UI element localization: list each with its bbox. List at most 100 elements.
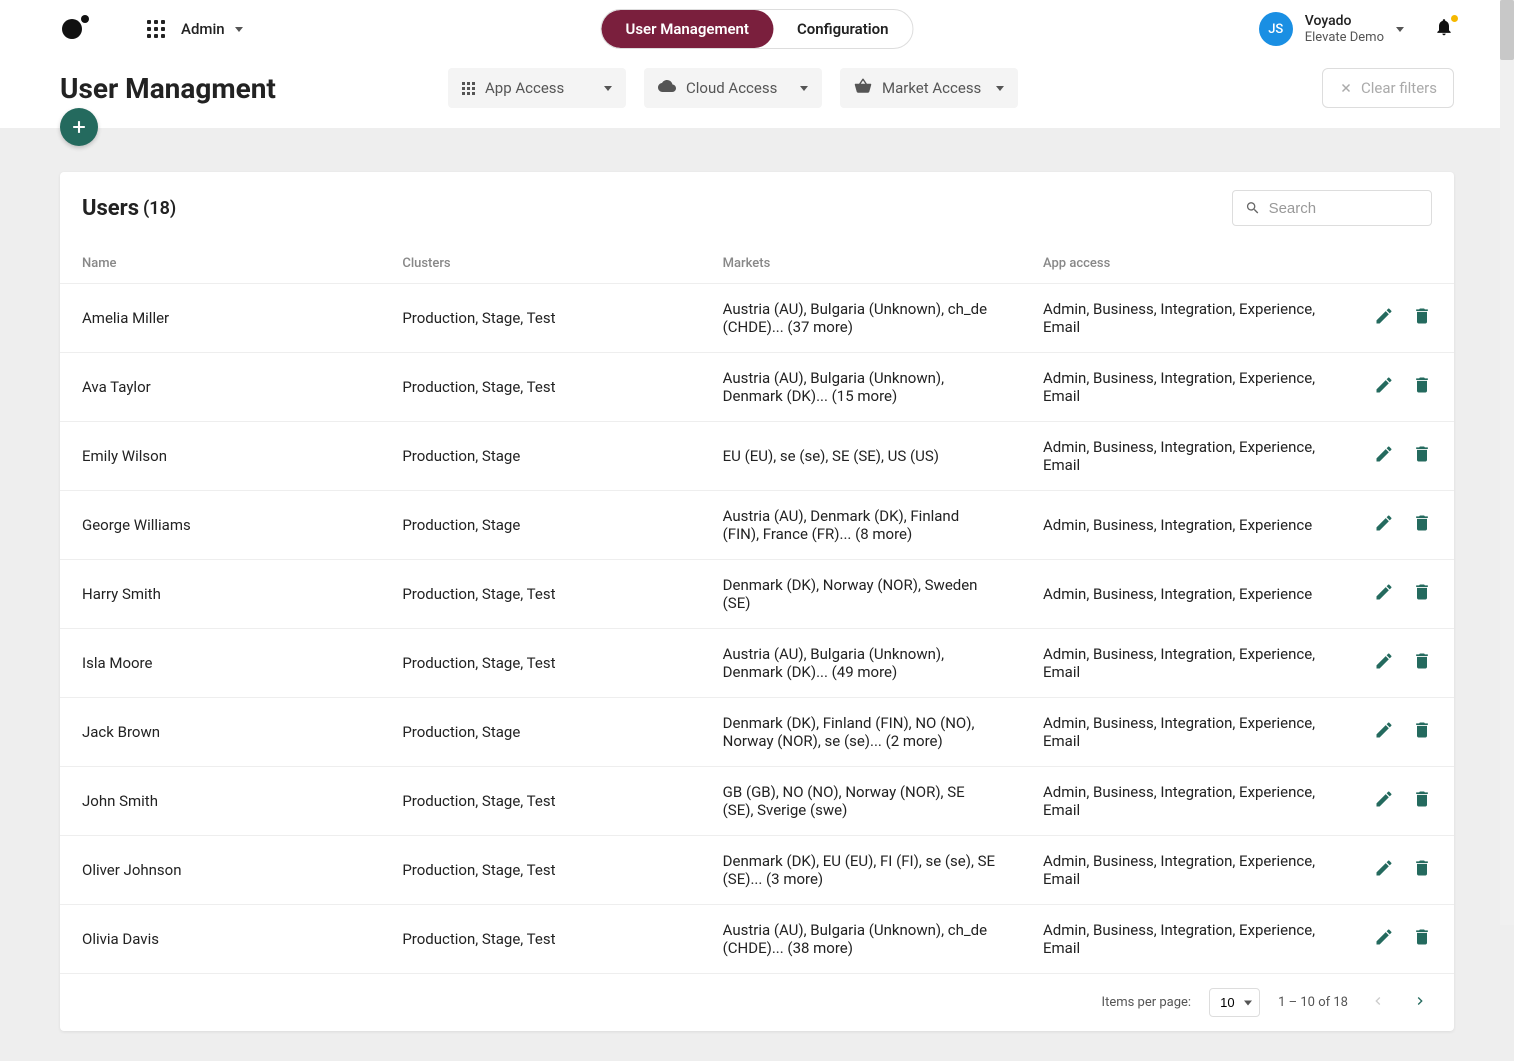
apps-icon bbox=[462, 82, 475, 95]
notification-dot bbox=[1451, 15, 1458, 22]
table-row: George Williams Production, Stage Austri… bbox=[60, 491, 1454, 560]
scrollbar-thumb[interactable] bbox=[1500, 0, 1514, 60]
delete-button[interactable] bbox=[1412, 651, 1432, 675]
cell-access: Admin, Business, Integration, Experience… bbox=[1021, 836, 1341, 905]
cell-clusters: Production, Stage, Test bbox=[380, 284, 700, 353]
table-row: Oliver Johnson Production, Stage, Test D… bbox=[60, 836, 1454, 905]
delete-button[interactable] bbox=[1412, 789, 1432, 813]
edit-button[interactable] bbox=[1374, 651, 1394, 675]
search-input[interactable] bbox=[1269, 200, 1419, 217]
edit-button[interactable] bbox=[1374, 444, 1394, 468]
next-page-button[interactable] bbox=[1408, 989, 1432, 1017]
cell-access: Admin, Business, Integration, Experience… bbox=[1021, 629, 1341, 698]
trash-icon bbox=[1412, 789, 1432, 809]
edit-button[interactable] bbox=[1374, 927, 1394, 951]
cell-markets: Denmark (DK), Finland (FIN), NO (NO), No… bbox=[701, 698, 1021, 767]
user-name: Voyado bbox=[1305, 13, 1384, 30]
delete-button[interactable] bbox=[1412, 720, 1432, 744]
admin-label: Admin bbox=[181, 20, 225, 38]
edit-button[interactable] bbox=[1374, 375, 1394, 399]
filter-label: Market Access bbox=[882, 79, 981, 97]
caret-down-icon bbox=[604, 86, 612, 91]
user-menu[interactable]: JS Voyado Elevate Demo bbox=[1259, 12, 1404, 46]
tab-user-management[interactable]: User Management bbox=[601, 10, 773, 48]
search-box[interactable] bbox=[1232, 190, 1432, 226]
pencil-icon bbox=[1374, 513, 1394, 533]
cell-name: Jack Brown bbox=[60, 698, 380, 767]
cell-name: George Williams bbox=[60, 491, 380, 560]
main-tabs: User Management Configuration bbox=[600, 9, 913, 49]
main-content: Users (18) Name Clusters Markets App acc… bbox=[0, 128, 1514, 1061]
cell-markets: GB (GB), NO (NO), Norway (NOR), SE (SE),… bbox=[701, 767, 1021, 836]
cell-clusters: Production, Stage, Test bbox=[380, 353, 700, 422]
card-header: Users (18) bbox=[60, 172, 1454, 244]
edit-button[interactable] bbox=[1374, 306, 1394, 330]
add-user-button[interactable] bbox=[60, 108, 98, 146]
trash-icon bbox=[1412, 720, 1432, 740]
pencil-icon bbox=[1374, 789, 1394, 809]
cell-access: Admin, Business, Integration, Experience… bbox=[1021, 698, 1341, 767]
delete-button[interactable] bbox=[1412, 513, 1432, 537]
table-row: Harry Smith Production, Stage, Test Denm… bbox=[60, 560, 1454, 629]
notifications-button[interactable] bbox=[1434, 17, 1454, 42]
tab-configuration[interactable]: Configuration bbox=[773, 10, 913, 48]
apps-icon[interactable] bbox=[147, 20, 165, 38]
col-clusters: Clusters bbox=[380, 244, 700, 284]
edit-button[interactable] bbox=[1374, 513, 1394, 537]
cell-access: Admin, Business, Integration, Experience… bbox=[1021, 422, 1341, 491]
edit-button[interactable] bbox=[1374, 720, 1394, 744]
cloud-icon bbox=[658, 79, 676, 97]
cell-markets: Austria (AU), Bulgaria (Unknown), ch_de … bbox=[701, 284, 1021, 353]
delete-button[interactable] bbox=[1412, 582, 1432, 606]
delete-button[interactable] bbox=[1412, 858, 1432, 882]
scrollbar[interactable] bbox=[1500, 0, 1514, 925]
items-per-page-select[interactable]: 10 bbox=[1209, 988, 1260, 1017]
cell-markets: Austria (AU), Denmark (DK), Finland (FIN… bbox=[701, 491, 1021, 560]
delete-button[interactable] bbox=[1412, 375, 1432, 399]
cell-access: Admin, Business, Integration, Experience… bbox=[1021, 353, 1341, 422]
cell-access: Admin, Business, Integration, Experience… bbox=[1021, 284, 1341, 353]
clear-filters-button[interactable]: Clear filters bbox=[1322, 68, 1454, 108]
close-icon bbox=[1339, 81, 1353, 95]
delete-button[interactable] bbox=[1412, 444, 1432, 468]
trash-icon bbox=[1412, 582, 1432, 602]
cell-clusters: Production, Stage, Test bbox=[380, 905, 700, 974]
filter-cloud-access[interactable]: Cloud Access bbox=[644, 68, 822, 108]
cell-name: Emily Wilson bbox=[60, 422, 380, 491]
filter-label: Cloud Access bbox=[686, 79, 777, 97]
cell-markets: EU (EU), se (se), SE (SE), US (US) bbox=[701, 422, 1021, 491]
cell-name: Amelia Miller bbox=[60, 284, 380, 353]
avatar: JS bbox=[1259, 12, 1293, 46]
table-row: Emily Wilson Production, Stage EU (EU), … bbox=[60, 422, 1454, 491]
cell-markets: Austria (AU), Bulgaria (Unknown), Denmar… bbox=[701, 353, 1021, 422]
cell-access: Admin, Business, Integration, Experience bbox=[1021, 491, 1341, 560]
cell-markets: Denmark (DK), EU (EU), FI (FI), se (se),… bbox=[701, 836, 1021, 905]
cell-markets: Austria (AU), Bulgaria (Unknown), ch_de … bbox=[701, 905, 1021, 974]
delete-button[interactable] bbox=[1412, 927, 1432, 951]
delete-button[interactable] bbox=[1412, 306, 1432, 330]
edit-button[interactable] bbox=[1374, 858, 1394, 882]
table-row: John Smith Production, Stage, Test GB (G… bbox=[60, 767, 1454, 836]
pencil-icon bbox=[1374, 651, 1394, 671]
cell-clusters: Production, Stage bbox=[380, 491, 700, 560]
logo bbox=[60, 13, 92, 45]
filter-market-access[interactable]: Market Access bbox=[840, 68, 1018, 108]
prev-page-button[interactable] bbox=[1366, 989, 1390, 1017]
edit-button[interactable] bbox=[1374, 582, 1394, 606]
pencil-icon bbox=[1374, 375, 1394, 395]
caret-down-icon bbox=[1396, 27, 1404, 32]
pencil-icon bbox=[1374, 927, 1394, 947]
admin-dropdown[interactable]: Admin bbox=[181, 20, 243, 38]
caret-down-icon bbox=[235, 27, 243, 32]
table-row: Amelia Miller Production, Stage, Test Au… bbox=[60, 284, 1454, 353]
trash-icon bbox=[1412, 375, 1432, 395]
cell-name: Olivia Davis bbox=[60, 905, 380, 974]
edit-button[interactable] bbox=[1374, 789, 1394, 813]
user-sub: Elevate Demo bbox=[1305, 30, 1384, 46]
caret-down-icon bbox=[800, 86, 808, 91]
items-per-page-label: Items per page: bbox=[1102, 995, 1192, 1010]
trash-icon bbox=[1412, 513, 1432, 533]
filter-app-access[interactable]: App Access bbox=[448, 68, 626, 108]
card-count: (18) bbox=[143, 198, 176, 219]
caret-down-icon bbox=[996, 86, 1004, 91]
